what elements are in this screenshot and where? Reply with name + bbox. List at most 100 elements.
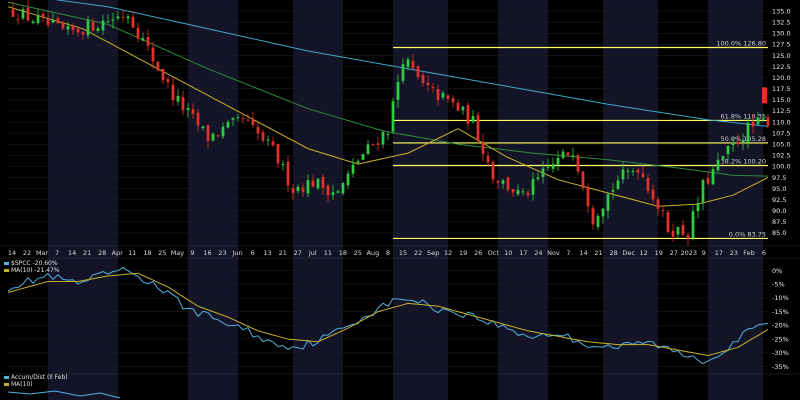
candle-body <box>146 36 150 46</box>
candle-body <box>481 141 485 155</box>
candle-body <box>236 116 240 118</box>
date-tick-label: 2023 <box>681 249 698 257</box>
date-tick-label: 23 <box>730 249 738 257</box>
date-tick-label: 28 <box>98 249 106 257</box>
candle-body <box>206 125 210 141</box>
date-tick-label: 7 <box>55 249 59 257</box>
month-shade <box>48 0 118 400</box>
candle-body <box>646 178 650 192</box>
month-shade <box>708 0 763 400</box>
candle-body <box>261 132 265 141</box>
candle-body <box>451 98 455 103</box>
candle-body <box>586 186 590 207</box>
candle-body <box>151 47 155 62</box>
candle-body <box>76 28 80 33</box>
date-tick-label: 14 <box>68 249 76 257</box>
date-tick-label: 25 <box>354 249 362 257</box>
candle-body <box>501 180 505 184</box>
candle-body <box>626 170 630 172</box>
legend-swatch <box>4 383 9 386</box>
date-tick-label: 27 <box>294 249 302 257</box>
candle-body <box>751 121 755 127</box>
price-tick-label: 135.0 <box>772 7 791 15</box>
candle-body <box>641 173 645 177</box>
price-tick-label: 90.0 <box>772 207 786 215</box>
date-tick-label: 10 <box>504 249 512 257</box>
candle-body <box>41 13 45 18</box>
stock-chart: 100.0% 126.80 61.8% 110.35 50.0% 105.28 38.… <box>0 0 800 400</box>
price-tick-label: 130.0 <box>772 30 791 38</box>
candle-body <box>441 92 445 98</box>
price-tick-label: 85.0 <box>772 229 786 237</box>
candle-body <box>671 230 675 237</box>
date-tick-label: 22 <box>23 249 31 257</box>
candle-body <box>511 189 515 193</box>
candle-body <box>171 84 175 101</box>
candle-body <box>571 155 575 157</box>
candle-body <box>366 144 370 155</box>
date-tick-label: 21 <box>83 249 91 257</box>
candle-body <box>136 27 140 39</box>
candle-body <box>316 178 320 189</box>
rs-tick-label: -10% <box>772 294 789 302</box>
candle-body <box>551 164 555 169</box>
candle-body <box>696 203 700 212</box>
fib-label: 38.2% 100.20 <box>721 157 766 165</box>
candle-body <box>531 178 535 195</box>
date-tick-label: 26 <box>474 249 482 257</box>
candle-body <box>456 102 460 111</box>
rs-tick-label: -25% <box>772 335 789 343</box>
candle-body <box>471 116 475 122</box>
price-tick-label: 87.5 <box>772 218 786 226</box>
candle-body <box>581 171 585 189</box>
candle-body <box>716 159 720 171</box>
candle-body <box>91 22 95 31</box>
candle-body <box>71 26 75 31</box>
candle-body <box>331 192 335 196</box>
rs-tick-label: -20% <box>772 322 789 330</box>
candle-body <box>256 126 260 134</box>
candle-body <box>691 211 695 238</box>
candle-body <box>616 180 620 189</box>
candle-body <box>36 16 40 23</box>
candle-body <box>116 16 120 19</box>
candle-body <box>711 169 715 185</box>
candle-body <box>101 20 105 31</box>
candle-body <box>576 155 580 172</box>
candle-body <box>281 164 285 166</box>
candle-body <box>266 139 270 141</box>
date-tick-label: 25 <box>158 249 166 257</box>
candle-body <box>341 182 345 194</box>
candle-body <box>141 38 145 41</box>
date-tick-label: 24 <box>534 249 542 257</box>
date-tick-label: Jun <box>232 249 243 257</box>
candle-body <box>401 64 405 81</box>
date-tick-label: Nov <box>547 249 560 257</box>
candle-body <box>601 208 605 217</box>
date-tick-label: 12 <box>640 249 648 257</box>
price-tick-label: 105.0 <box>772 140 791 148</box>
candle-body <box>111 19 115 21</box>
candle-body <box>686 234 690 239</box>
candle-body <box>201 126 205 129</box>
candle-body <box>356 161 360 163</box>
candle-body <box>186 107 190 111</box>
candle-body <box>706 177 710 184</box>
price-tick-label: 95.0 <box>772 185 786 193</box>
legend-swatch <box>4 376 9 379</box>
candle-body <box>371 143 375 145</box>
candle-body <box>596 215 600 227</box>
candle-body <box>16 19 20 21</box>
candle-body <box>721 156 725 159</box>
candle-body <box>31 21 35 23</box>
candle-body <box>516 189 520 195</box>
last-price-marker <box>762 87 767 104</box>
legend-swatch <box>4 269 9 272</box>
candle-body <box>446 95 450 100</box>
candle-body <box>11 9 15 17</box>
candle-body <box>661 210 665 212</box>
candle-body <box>416 66 420 77</box>
date-tick-label: 6 <box>251 249 255 257</box>
candle-body <box>336 191 340 193</box>
candle-body <box>391 101 395 132</box>
